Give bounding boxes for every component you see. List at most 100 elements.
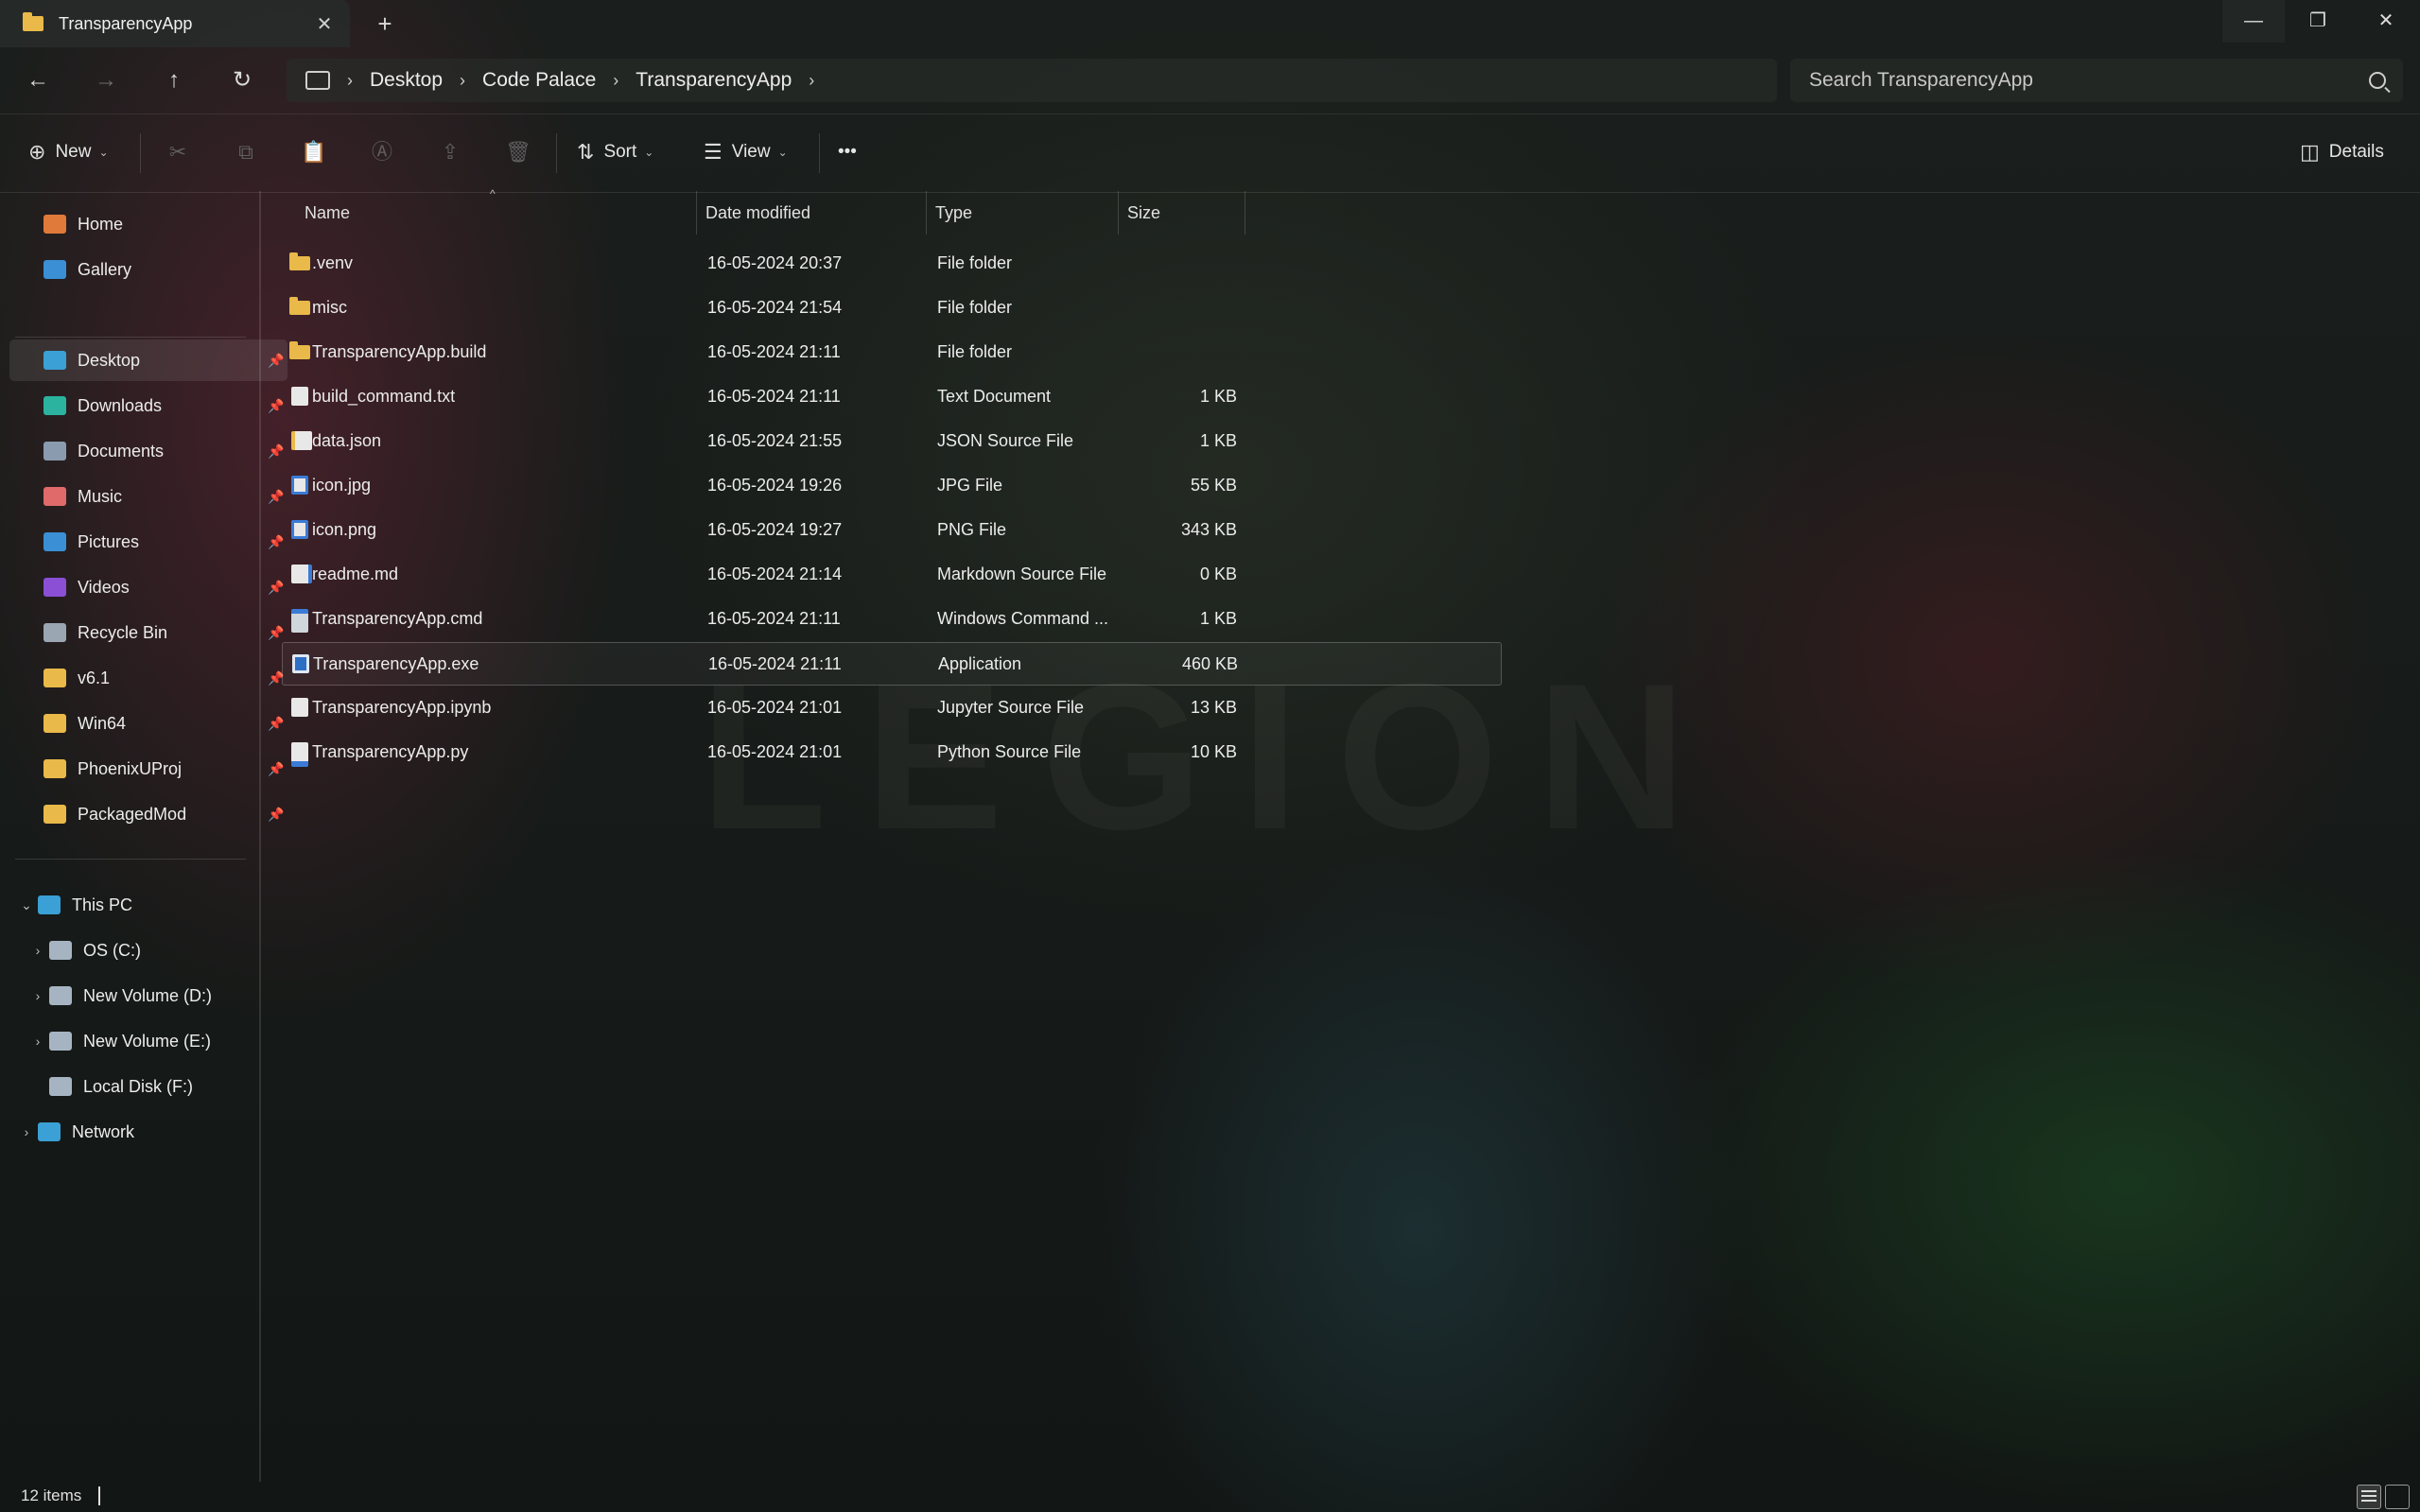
back-button[interactable]: ← — [19, 61, 57, 99]
cut-icon[interactable]: ✂ — [161, 135, 195, 169]
sidebar-item-this-pc[interactable]: ⌄ This PC — [9, 884, 259, 926]
file-row[interactable]: .venv 16-05-2024 20:37 File folder — [282, 242, 1500, 284]
file-name: TransparencyApp.cmd — [312, 609, 483, 628]
sidebar-item-gallery[interactable]: Gallery — [9, 249, 287, 290]
column-header-date[interactable]: Date modified — [705, 191, 810, 235]
sidebar-item-packagedmod[interactable]: PackagedMod 📌 — [9, 793, 287, 835]
sidebar-item-downloads[interactable]: Downloads 📌 — [9, 385, 287, 426]
sort-ascending-icon: ^ — [490, 187, 496, 200]
delete-icon[interactable]: 🗑 — [501, 135, 535, 169]
column-header-size[interactable]: Size — [1127, 191, 1160, 235]
forward-button[interactable]: → — [87, 61, 125, 99]
sidebar-item-new-volume-d[interactable]: › New Volume (D:) — [9, 975, 270, 1017]
address-bar[interactable]: › Desktop › Code Palace › TransparencyAp… — [287, 59, 1777, 102]
sidebar-item-os-c[interactable]: › OS (C:) — [9, 930, 270, 971]
file-row[interactable]: data.json 16-05-2024 21:55 JSON Source Fil… — [282, 420, 1500, 461]
sidebar-item-label: Network — [72, 1121, 135, 1141]
expand-chevron-icon[interactable]: › — [15, 1124, 38, 1139]
sidebar-item-local-disk-f[interactable]: Local Disk (F:) — [9, 1066, 270, 1107]
navigation-pane[interactable]: Home Gallery Desktop 📌 Downloads 📌 Documents 📌 M… — [0, 191, 287, 1482]
expand-chevron-icon[interactable]: › — [26, 988, 49, 1003]
details-view-toggle[interactable] — [2357, 1485, 2381, 1509]
file-date: 16-05-2024 20:37 — [707, 253, 843, 272]
drive-icon — [49, 1032, 72, 1051]
file-name: data.json — [312, 431, 382, 450]
close-window-button[interactable]: ✕ — [2355, 0, 2417, 43]
file-row[interactable]: TransparencyApp.ipynb 16-05-2024 21:01 Jup… — [282, 686, 1500, 728]
file-name: TransparencyApp.py — [312, 742, 469, 761]
breadcrumb-desktop[interactable]: Desktop — [370, 69, 443, 92]
breadcrumb-transparencyapp[interactable]: TransparencyApp — [635, 69, 792, 92]
up-button[interactable]: ↑ — [155, 61, 193, 99]
chevron-right-icon[interactable]: › — [460, 71, 465, 91]
sidebar-item-documents[interactable]: Documents 📌 — [9, 430, 287, 472]
column-header-type[interactable]: Type — [935, 191, 972, 235]
rename-icon[interactable]: Ⓐ — [365, 135, 399, 169]
chevron-right-icon[interactable]: › — [613, 71, 618, 91]
minimize-button[interactable]: — — [2222, 0, 2285, 43]
sidebar-item-desktop[interactable]: Desktop 📌 — [9, 339, 287, 381]
chevron-right-icon[interactable]: › — [347, 71, 353, 91]
share-icon[interactable]: ⇪ — [433, 135, 467, 169]
file-size — [1120, 331, 1237, 373]
file-name: TransparencyApp.build — [312, 342, 487, 361]
window-tab[interactable]: TransparencyApp ✕ — [0, 0, 350, 47]
refresh-button[interactable]: ↻ — [223, 61, 261, 99]
file-type: File folder — [937, 253, 1013, 272]
copy-icon[interactable]: ⧉ — [229, 135, 263, 169]
sidebar-item-new-volume-e[interactable]: › New Volume (E:) — [9, 1020, 270, 1062]
file-doc-icon — [291, 387, 308, 406]
paste-icon[interactable]: 📋 — [297, 135, 331, 169]
sort-button[interactable]: ⇅ Sort ⌄ — [577, 133, 653, 171]
sidebar-item-phoenixuproj[interactable]: PhoenixUProj 📌 — [9, 748, 287, 790]
file-size: 55 KB — [1190, 476, 1237, 495]
toolbar-divider — [556, 133, 557, 173]
new-button[interactable]: ⊕ New ⌄ — [28, 133, 109, 171]
restore-button[interactable]: ❐ — [2287, 0, 2349, 43]
column-divider[interactable] — [1118, 191, 1119, 235]
sidebar-item-pictures[interactable]: Pictures 📌 — [9, 521, 287, 563]
details-button[interactable]: ◫ Details — [2300, 133, 2384, 171]
expand-chevron-icon[interactable]: › — [26, 943, 49, 958]
column-divider[interactable] — [696, 191, 697, 235]
folder-icon — [289, 341, 310, 359]
file-row[interactable]: TransparencyApp.exe 16-05-2024 21:11 Appli… — [282, 642, 1502, 686]
file-row[interactable]: icon.jpg 16-05-2024 19:26 JPG File 55 KB — [282, 464, 1500, 506]
file-row[interactable]: TransparencyApp.build 16-05-2024 21:11 Fil… — [282, 331, 1500, 373]
more-options-button[interactable]: ••• — [838, 133, 857, 171]
sidebar-item-network[interactable]: › Network — [9, 1111, 259, 1153]
expand-chevron-icon[interactable]: ⌄ — [15, 897, 38, 913]
search-icon[interactable] — [2369, 72, 2386, 89]
view-button[interactable]: ☰ View ⌄ — [704, 133, 788, 171]
sidebar-item-home[interactable]: Home — [9, 203, 287, 245]
breadcrumb-code-palace[interactable]: Code Palace — [482, 69, 596, 92]
sidebar-item-label: v6.1 — [78, 668, 111, 687]
file-row[interactable]: TransparencyApp.cmd 16-05-2024 21:11 Windo… — [282, 598, 1500, 639]
file-list[interactable]: Name ^ Date modified Type Size .venv 16-0… — [261, 187, 2420, 1482]
list-view-icon — [2361, 1490, 2376, 1492]
sidebar-item-v6-1[interactable]: v6.1 📌 — [9, 657, 287, 699]
file-row[interactable]: TransparencyApp.py 16-05-2024 21:01 Python… — [282, 731, 1500, 773]
file-row[interactable]: readme.md 16-05-2024 21:14 Markdown Source… — [282, 553, 1500, 595]
expand-chevron-icon[interactable]: › — [26, 1034, 49, 1049]
tiles-view-toggle[interactable] — [2385, 1485, 2410, 1509]
file-type: File folder — [937, 342, 1013, 361]
column-header-name[interactable]: Name — [305, 191, 350, 235]
search-box[interactable]: Search TransparencyApp — [1790, 59, 2403, 102]
file-row[interactable]: build_command.txt 16-05-2024 21:11 Text Do… — [282, 375, 1500, 417]
close-tab-icon[interactable]: ✕ — [310, 12, 339, 36]
folder-icon — [44, 714, 66, 733]
sidebar-item-videos[interactable]: Videos 📌 — [9, 566, 287, 608]
file-date: 16-05-2024 21:11 — [707, 342, 841, 361]
sidebar-item-music[interactable]: Music 📌 — [9, 476, 287, 517]
sidebar-item-win64[interactable]: Win64 📌 — [9, 703, 287, 744]
recycle-bin-icon — [44, 623, 66, 642]
new-tab-button[interactable]: + — [369, 8, 401, 40]
file-row[interactable]: misc 16-05-2024 21:54 File folder — [282, 287, 1500, 328]
sidebar-item-recycle-bin[interactable]: Recycle Bin 📌 — [9, 612, 287, 653]
search-input[interactable]: Search TransparencyApp — [1809, 69, 2369, 92]
file-type: Markdown Source File — [937, 565, 1107, 583]
column-divider[interactable] — [926, 191, 927, 235]
chevron-right-icon[interactable]: › — [809, 71, 814, 91]
file-row[interactable]: icon.png 16-05-2024 19:27 PNG File 343 KB — [282, 509, 1500, 550]
